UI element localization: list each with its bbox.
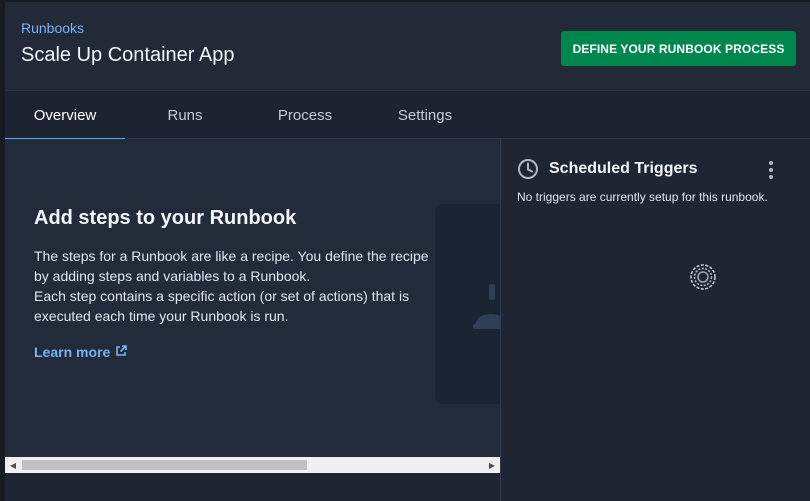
- content-footer-space: [5, 473, 500, 501]
- user-icon: [473, 284, 500, 329]
- tab-bar: Overview Runs Process Settings: [5, 90, 810, 140]
- scheduled-triggers-title: Scheduled Triggers: [549, 160, 698, 177]
- scrollbar-thumb[interactable]: [22, 460, 307, 470]
- runbook-illustration: [435, 204, 500, 404]
- description-paragraph-2: Each step contains a specific action (or…: [34, 288, 410, 324]
- runbook-overview-page: Runbooks Scale Up Container App DEFINE Y…: [0, 0, 810, 501]
- overview-content: Add steps to your Runbook The steps for …: [5, 139, 500, 457]
- tab-process[interactable]: Process: [245, 91, 365, 139]
- tab-overview[interactable]: Overview: [5, 91, 125, 140]
- define-runbook-process-button[interactable]: DEFINE YOUR RUNBOOK PROCESS: [561, 31, 796, 66]
- tab-settings[interactable]: Settings: [365, 91, 485, 139]
- breadcrumb-runbooks[interactable]: Runbooks: [21, 20, 84, 36]
- page-title: Scale Up Container App: [21, 44, 235, 66]
- more-vertical-icon[interactable]: [763, 159, 779, 181]
- learn-more-label: Learn more: [34, 344, 111, 360]
- horizontal-scrollbar[interactable]: ◀ ▶: [5, 457, 500, 473]
- scheduled-triggers-panel: Scheduled Triggers No triggers are curre…: [501, 139, 810, 501]
- scroll-left-icon[interactable]: ◀: [5, 457, 21, 473]
- scroll-right-icon[interactable]: ▶: [484, 457, 500, 473]
- description-paragraph-1: The steps for a Runbook are like a recip…: [34, 248, 429, 284]
- tab-runs[interactable]: Runs: [125, 91, 245, 139]
- learn-more-link[interactable]: Learn more: [34, 344, 128, 360]
- page-header: Runbooks Scale Up Container App DEFINE Y…: [5, 2, 810, 90]
- content-heading: Add steps to your Runbook: [34, 207, 297, 229]
- loading-spinner-icon: [688, 262, 718, 297]
- clock-icon: [517, 158, 539, 185]
- content-description: The steps for a Runbook are like a recip…: [34, 246, 429, 326]
- external-link-icon: [115, 344, 128, 360]
- triggers-empty-message: No triggers are currently setup for this…: [517, 190, 768, 204]
